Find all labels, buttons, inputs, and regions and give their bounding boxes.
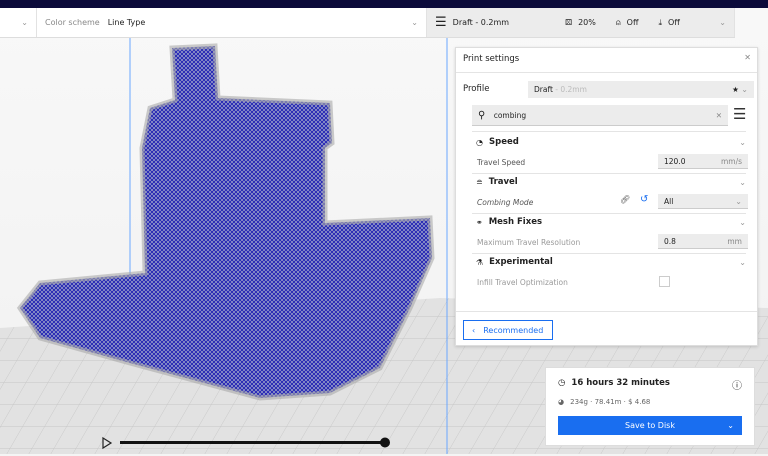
recommended-label: Recommended	[483, 325, 544, 335]
support-value: Off	[626, 18, 639, 27]
link-icon[interactable]: 🔗︎	[620, 195, 630, 204]
chevron-down-icon: ⌄	[411, 18, 418, 27]
section-title: Speed	[488, 137, 519, 147]
setting-label: Combing Mode	[477, 198, 534, 207]
spool-icon: ◕	[558, 398, 565, 406]
profile-layer-height: - 0.2mm	[552, 85, 587, 94]
save-to-disk-button[interactable]: Save to Disk ⌄	[558, 416, 742, 435]
setting-label: Infill Travel Optimization	[477, 278, 568, 287]
panel-title: Print settings	[463, 54, 520, 64]
setting-label: Maximum Travel Resolution	[477, 238, 581, 247]
chevron-down-icon: ⌄	[21, 18, 28, 27]
infill-travel-optimization-checkbox[interactable]	[659, 276, 670, 287]
section-speed[interactable]: ◔ Speed ⌄	[476, 137, 746, 147]
model-benchy	[16, 43, 435, 401]
stage-toolbar: ⌄ Color scheme Line Type ⌄ ☰ Draft - 0.2…	[0, 8, 735, 38]
adhesion-value: Off	[668, 18, 680, 27]
section-experimental[interactable]: ⚗ Experimental ⌄	[476, 257, 746, 267]
chevron-down-icon: ⌄	[739, 257, 746, 267]
info-icon[interactable]: ⓘ	[732, 377, 742, 392]
settings-search-input[interactable]: ⚲ combing ✕	[472, 105, 728, 126]
clock-icon: ◷	[558, 378, 566, 388]
color-scheme-dropdown[interactable]: Color scheme Line Type ⌄	[37, 8, 427, 37]
layer-slider-track	[120, 441, 385, 444]
travel-speed-input[interactable]: 120.0 mm/s	[658, 154, 748, 169]
section-title: Experimental	[489, 257, 553, 267]
section-mesh-fixes[interactable]: ⚭ Mesh Fixes ⌄	[476, 217, 746, 227]
speedometer-icon: ◔	[476, 137, 483, 147]
chevron-left-icon: ‹	[472, 325, 476, 335]
adhesion-icon: ⤓	[658, 17, 663, 27]
chevron-down-icon: ⌄	[739, 217, 746, 227]
travel-icon: ≘	[476, 177, 483, 187]
search-icon: ⚲	[478, 109, 486, 121]
settings-sliders-icon: ☰	[435, 15, 447, 30]
chain-icon: ⚭	[476, 217, 483, 227]
star-icon[interactable]: ★	[732, 85, 739, 94]
layer-slider-handle	[380, 437, 390, 448]
chevron-down-icon: ⌄	[741, 85, 748, 94]
section-travel[interactable]: ≘ Travel ⌄	[476, 177, 746, 187]
setting-unit: mm	[727, 236, 742, 246]
setting-unit: mm/s	[720, 156, 742, 166]
close-icon[interactable]: ✕	[744, 53, 751, 62]
profile-name: Draft	[534, 85, 553, 94]
setting-label: Travel Speed	[477, 158, 526, 167]
clear-search-icon[interactable]: ✕	[716, 111, 722, 120]
profile-summary: Draft - 0.2mm	[452, 18, 510, 27]
section-title: Mesh Fixes	[488, 217, 543, 227]
profile-label: Profile	[463, 84, 490, 94]
chevron-down-icon: ⌄	[735, 196, 742, 206]
print-time: 16 hours 32 minutes	[571, 378, 670, 388]
print-settings-panel: Print settings ✕ Profile Draft - 0.2mm ★…	[455, 47, 758, 346]
profile-dropdown[interactable]: Draft - 0.2mm ★ ⌄	[528, 81, 754, 98]
material-estimate: 234g · 78.41m · $ 4.68	[570, 398, 651, 406]
reset-icon[interactable]: ↺	[640, 194, 648, 205]
combing-mode-dropdown[interactable]: All ⌄	[658, 194, 748, 209]
infill-icon: ⚄	[565, 18, 573, 27]
chevron-down-icon: ⌄	[719, 18, 726, 27]
window-header	[0, 0, 768, 8]
chevron-down-icon: ⌄	[739, 177, 746, 187]
recommended-button[interactable]: ‹ Recommended	[463, 320, 553, 340]
print-job-panel: ◷ 16 hours 32 minutes ⓘ ◕ 234g · 78.41m · …	[545, 367, 755, 446]
infill-value: 20%	[578, 18, 596, 27]
flask-icon: ⚗	[476, 257, 484, 267]
setting-value: 0.8	[664, 236, 676, 246]
menu-icon[interactable]: ☰	[733, 105, 746, 123]
print-setup-selector[interactable]: ☰ Draft - 0.2mm ⚄ 20% ⍝ Off ⤓ Off ⌄	[427, 8, 735, 37]
view-dropdown[interactable]: ⌄	[0, 8, 37, 37]
color-scheme-label: Color scheme	[45, 18, 100, 27]
save-label: Save to Disk	[625, 421, 675, 430]
setting-value: 120.0	[664, 156, 686, 166]
support-icon: ⍝	[615, 17, 621, 27]
chevron-down-icon[interactable]: ⌄	[727, 421, 734, 430]
chevron-down-icon: ⌄	[739, 137, 746, 147]
setting-value: All	[664, 196, 674, 206]
section-title: Travel	[488, 177, 518, 187]
max-travel-resolution-input[interactable]: 0.8 mm	[658, 234, 748, 249]
color-scheme-value: Line Type	[107, 18, 146, 27]
search-value: combing	[493, 110, 527, 120]
